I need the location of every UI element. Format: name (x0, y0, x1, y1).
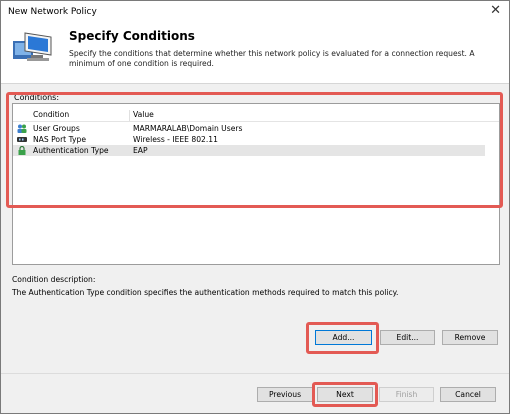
window-title: New Network Policy (8, 7, 97, 17)
footer-divider (1, 373, 509, 374)
page-description: Specify the conditions that determine wh… (69, 49, 475, 68)
close-icon[interactable]: ✕ (490, 3, 501, 18)
wizard-header: Specify Conditions Specify the condition… (1, 23, 509, 84)
finish-button: Finish (379, 387, 434, 402)
previous-button[interactable]: Previous (257, 387, 313, 402)
condition-description-text: The Authentication Type condition specif… (12, 288, 399, 297)
cancel-button[interactable]: Cancel (440, 387, 496, 402)
title-bar: New Network Policy ✕ (1, 1, 509, 23)
condition-description-label: Condition description: (12, 275, 96, 284)
dialog-window: New Network Policy ✕ Specify Conditions … (0, 0, 510, 414)
edit-button[interactable]: Edit... (380, 330, 435, 345)
remove-button[interactable]: Remove (442, 330, 498, 345)
conditions-highlight-box (6, 92, 503, 208)
page-title: Specify Conditions (69, 29, 195, 43)
add-button[interactable]: Add... (315, 330, 372, 345)
network-computer-icon (13, 32, 52, 61)
next-button[interactable]: Next (317, 387, 373, 402)
